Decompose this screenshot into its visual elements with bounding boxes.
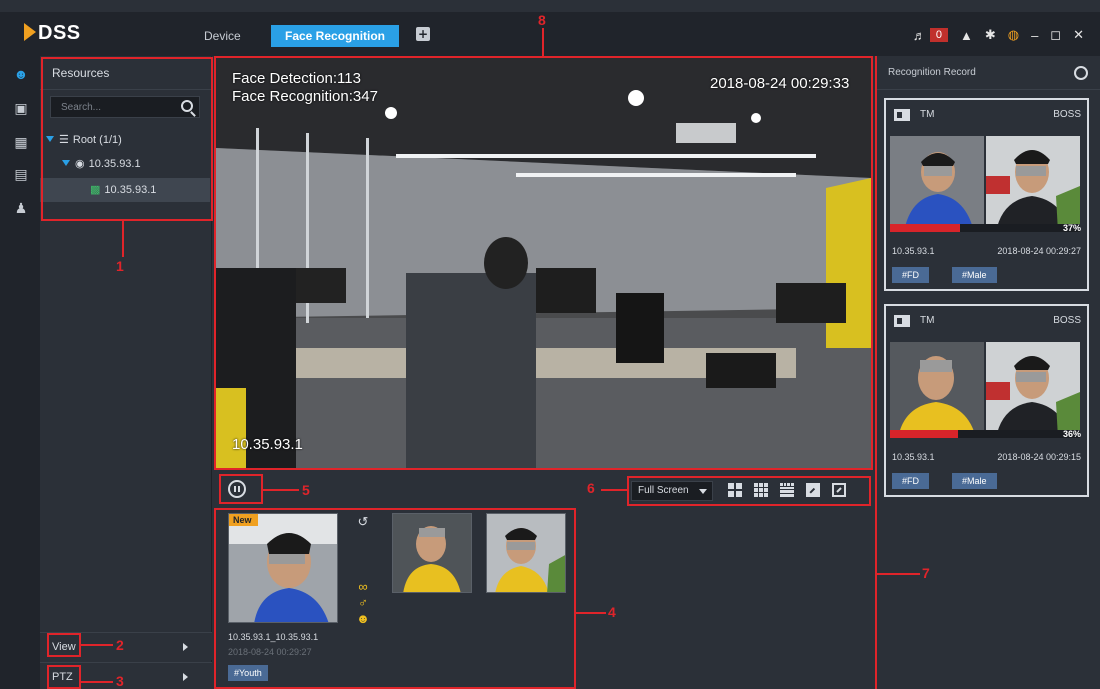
title-bar-tools: ♬ 0 ▲ ✱ ◍ – ◻ ✕: [913, 24, 1084, 46]
expand-right-icon: [183, 673, 188, 681]
alarm-count-badge[interactable]: 0: [929, 28, 948, 42]
callout-box-3: [47, 665, 81, 689]
tab-device[interactable]: Device: [190, 25, 255, 47]
library-face: [986, 136, 1080, 232]
record-type: TM: [920, 315, 935, 326]
maximize-icon[interactable]: ◻: [1050, 27, 1061, 43]
record-type: TM: [920, 109, 935, 120]
logo-text: DSS: [38, 22, 81, 44]
record-group: BOSS: [1053, 315, 1081, 326]
history-icon[interactable]: [1074, 66, 1088, 80]
left-icon-rail: ☻ ▣ ▦ ▤ ♟: [0, 56, 40, 689]
face-monitor-icon[interactable]: ☻: [12, 66, 30, 82]
callout-box-6: [627, 476, 871, 506]
face-capture-icon[interactable]: ▦: [12, 134, 30, 150]
record-card-1[interactable]: TM BOSS 37% 10.35.93.1 2018-08-24 00:29:…: [884, 98, 1089, 291]
tag-fd: #FD: [892, 473, 930, 489]
library-face-image: [986, 136, 1080, 232]
record-time: 2018-08-24 00:29:27: [997, 246, 1081, 256]
similarity-bar: [890, 430, 1080, 438]
callout-line-1: [122, 221, 124, 257]
callout-number-4: 4: [608, 604, 616, 620]
callout-line-6: [601, 489, 627, 491]
recognition-record-panel: Recognition Record TM BOSS 37% 10.35.93.…: [875, 56, 1100, 689]
callout-line-4: [576, 612, 606, 614]
gear-icon[interactable]: ✱: [985, 27, 996, 43]
callout-number-7: 7: [922, 565, 930, 581]
minimize-icon[interactable]: –: [1031, 28, 1038, 43]
callout-line-5: [263, 489, 299, 491]
callout-number-1: 1: [116, 258, 124, 274]
callout-line-8: [542, 28, 544, 56]
similarity-percent: 36%: [1062, 429, 1081, 439]
title-bar: DSS Device Face Recognition + ♬ 0 ▲ ✱ ◍ …: [0, 12, 1100, 56]
captured-face: [890, 342, 984, 438]
face-library-icon[interactable]: ♟: [12, 200, 30, 216]
dss-app: DSS Device Face Recognition + ♬ 0 ▲ ✱ ◍ …: [0, 0, 1100, 689]
callout-number-6: 6: [587, 480, 595, 496]
callout-box-1: [41, 57, 213, 221]
expand-right-icon: [183, 643, 188, 651]
callout-box-5: [219, 474, 263, 504]
record-group: BOSS: [1053, 109, 1081, 120]
callout-number-5: 5: [302, 482, 310, 498]
recognition-record-title: Recognition Record: [876, 56, 1100, 90]
record-ip: 10.35.93.1: [892, 452, 935, 462]
captured-face: [890, 136, 984, 232]
library-face-image: [986, 342, 1080, 438]
tag-fd: #FD: [892, 267, 930, 283]
callout-box-7: [875, 56, 877, 689]
callout-box-2: [47, 633, 81, 657]
library-face: [986, 342, 1080, 438]
similarity-bar: [890, 224, 1080, 232]
tag-male: #Male: [952, 267, 997, 283]
similarity-percent: 37%: [1062, 223, 1081, 233]
speedometer-icon[interactable]: ◍: [1008, 27, 1019, 43]
add-tab-icon[interactable]: +: [416, 27, 430, 41]
close-icon[interactable]: ✕: [1073, 27, 1084, 43]
tag-male: #Male: [952, 473, 997, 489]
face-card-icon: [894, 315, 910, 327]
callout-number-2: 2: [116, 637, 124, 653]
face-search-icon[interactable]: ▣: [12, 100, 30, 116]
captured-face-image: [890, 342, 984, 438]
callout-box-4: [214, 508, 576, 689]
record-card-2[interactable]: TM BOSS 36% 10.35.93.1 2018-08-24 00:29:…: [884, 304, 1089, 497]
record-time: 2018-08-24 00:29:15: [997, 452, 1081, 462]
captured-face-image: [890, 136, 984, 232]
similarity-bar-fill: [890, 430, 959, 438]
logo-mark-icon: [24, 23, 36, 41]
callout-number-8: 8: [538, 12, 546, 28]
callout-number-3: 3: [116, 673, 124, 689]
callout-line-2: [81, 644, 113, 646]
callout-line-3: [81, 681, 113, 683]
speaker-icon[interactable]: ♬: [913, 28, 926, 43]
report-icon[interactable]: ▤: [12, 166, 30, 182]
face-card-icon: [894, 109, 910, 121]
dss-logo: DSS: [24, 22, 81, 45]
record-ip: 10.35.93.1: [892, 246, 935, 256]
tab-face-recognition[interactable]: Face Recognition: [271, 25, 400, 47]
callout-line-7: [876, 573, 920, 575]
callout-box-8: [214, 56, 873, 470]
user-icon[interactable]: ▲: [960, 28, 973, 43]
similarity-bar-fill: [890, 224, 961, 232]
